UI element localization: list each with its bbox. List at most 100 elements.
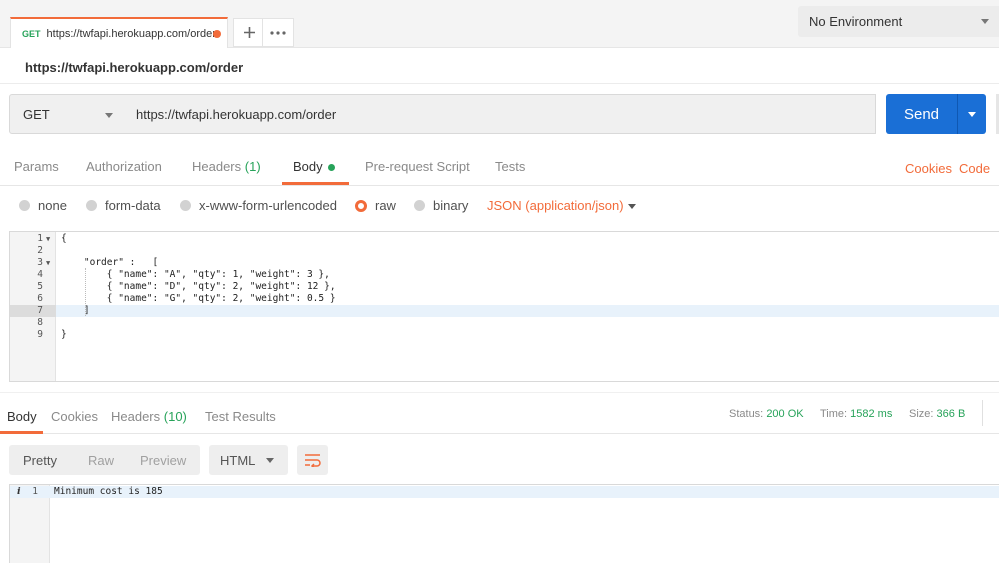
code-text: "order" : [ [61, 257, 159, 268]
request-tab-method: GET [22, 28, 41, 39]
send-options-button[interactable] [957, 94, 986, 134]
view-pretty-button[interactable]: Pretty [23, 453, 57, 468]
radio-circle-icon [86, 200, 97, 211]
tab-options-button[interactable] [262, 18, 294, 47]
code-text: { "name": "G", "qty": 2, "weight": 0.5 } [61, 293, 336, 304]
environment-label: No Environment [809, 14, 903, 29]
plus-icon [243, 27, 255, 38]
code-text: } [61, 329, 67, 340]
has-content-dot-icon [327, 164, 335, 172]
radio-selected-icon [355, 199, 367, 212]
line-number: 1 [37, 233, 43, 244]
status-value: 200 OK [766, 408, 804, 420]
radio-circle-icon [414, 200, 425, 211]
radio-binary[interactable]: binary [414, 198, 468, 213]
tab-authorization[interactable]: Authorization [86, 159, 162, 174]
radio-raw-label: raw [375, 198, 396, 213]
chevron-down-icon [981, 19, 989, 24]
code-text: { "name": "A", "qty": 1, "weight": 3 }, [61, 269, 330, 280]
radio-raw[interactable]: raw [355, 198, 396, 213]
request-tab[interactable]: GET https://twfapi.herokuapp.com/order [10, 17, 228, 48]
code-line: 4 { "name": "A", "qty": 1, "weight": 3 }… [10, 269, 999, 281]
view-preview-button[interactable]: Preview [140, 453, 186, 468]
chevron-down-icon [968, 112, 976, 117]
chevron-down-icon [266, 458, 274, 463]
response-time: Time: 1582 ms [820, 408, 892, 420]
request-body-editor[interactable]: 1 ▼{ 2 3 ▼ "order" : [ 4 { "name": "A", "q… [9, 231, 999, 382]
cookies-link[interactable]: Cookies [905, 161, 952, 176]
wrap-lines-icon [305, 454, 321, 467]
tab-tests[interactable]: Tests [495, 159, 525, 174]
tab-bar: GET https://twfapi.herokuapp.com/order N… [0, 0, 999, 48]
time-value: 1582 ms [850, 408, 893, 420]
response-tab-test-results[interactable]: Test Results [205, 409, 276, 424]
time-label: Time: [820, 408, 848, 420]
response-tab-headers[interactable]: Headers (10) [111, 409, 187, 424]
response-tab-cookies[interactable]: Cookies [51, 409, 98, 424]
environment-select[interactable]: No Environment [798, 6, 999, 37]
tab-prerequest-script[interactable]: Pre-request Script [365, 159, 470, 174]
divider [982, 400, 983, 426]
code-line: 3 ▼ "order" : [ [10, 257, 999, 269]
line-number: 2 [37, 245, 43, 256]
radio-circle-icon [180, 200, 191, 211]
tab-headers-count: (1) [244, 159, 261, 174]
divider [0, 83, 999, 84]
chevron-down-icon [628, 204, 636, 209]
chevron-down-icon [105, 113, 113, 118]
code-line-current: 7 ] [10, 305, 999, 317]
line-number: 8 [37, 317, 43, 328]
indent-guide [85, 268, 86, 316]
send-button[interactable]: Send [886, 94, 957, 134]
unsaved-dot-icon [213, 30, 221, 38]
radio-binary-label: binary [433, 198, 469, 213]
tab-body[interactable]: Body [293, 159, 335, 174]
response-body-viewer[interactable]: i 1 Minimum cost is 185 [9, 484, 999, 563]
response-tab-headers-label: Headers [111, 409, 161, 424]
line-number: 4 [37, 269, 43, 280]
code-link[interactable]: Code [959, 161, 990, 176]
size-value: 366 B [936, 408, 966, 420]
request-title: https://twfapi.herokuapp.com/order [25, 60, 244, 75]
active-tab-indicator [0, 431, 43, 434]
status-label: Status: [729, 408, 764, 420]
response-format-select[interactable]: HTML [209, 445, 288, 475]
url-input[interactable] [125, 94, 876, 134]
tab-headers-label: Headers [192, 159, 242, 174]
code-line: 2 [10, 245, 999, 257]
line-number: 9 [37, 329, 43, 340]
fold-arrow-icon[interactable]: ▼ [46, 257, 50, 269]
radio-circle-icon [19, 200, 30, 211]
active-tab-indicator [282, 182, 349, 185]
method-select[interactable]: GET [9, 94, 126, 134]
tab-body-label: Body [293, 159, 323, 174]
new-tab-button[interactable] [233, 18, 265, 47]
radio-form-data-label: form-data [105, 198, 161, 213]
line-number: 1 [32, 486, 38, 497]
tab-headers[interactable]: Headers (1) [192, 159, 261, 174]
line-number: 5 [37, 281, 43, 292]
line-number: 6 [37, 293, 43, 304]
response-text: Minimum cost is 185 [54, 486, 163, 497]
radio-none[interactable]: none [19, 198, 67, 213]
line-number: 3 [37, 257, 43, 268]
method-label: GET [23, 106, 50, 122]
radio-form-data[interactable]: form-data [86, 198, 161, 213]
code-line: 5 { "name": "D", "qty": 2, "weight": 12 … [10, 281, 999, 293]
tab-params[interactable]: Params [14, 159, 59, 174]
response-tabs: Body Cookies Headers (10) Test Results S… [0, 398, 999, 434]
code-line: 6 { "name": "G", "qty": 2, "weight": 0.5… [10, 293, 999, 305]
code-line: 9} [10, 329, 999, 341]
request-tabs: Params Authorization Headers (1) Body Pr… [0, 150, 999, 186]
line-number: 7 [10, 305, 56, 317]
fold-arrow-icon[interactable]: ▼ [46, 233, 50, 245]
size-label: Size: [909, 408, 934, 420]
response-view-switcher: Pretty Raw Preview [9, 445, 200, 475]
body-format-select[interactable]: JSON (application/json) [487, 198, 636, 213]
response-tab-body[interactable]: Body [7, 409, 37, 424]
view-raw-button[interactable]: Raw [88, 453, 114, 468]
radio-urlencoded[interactable]: x-www-form-urlencoded [180, 198, 337, 213]
body-format-label: JSON (application/json) [487, 198, 624, 213]
response-size: Size: 366 B [909, 408, 965, 420]
wrap-lines-button[interactable] [297, 445, 328, 475]
